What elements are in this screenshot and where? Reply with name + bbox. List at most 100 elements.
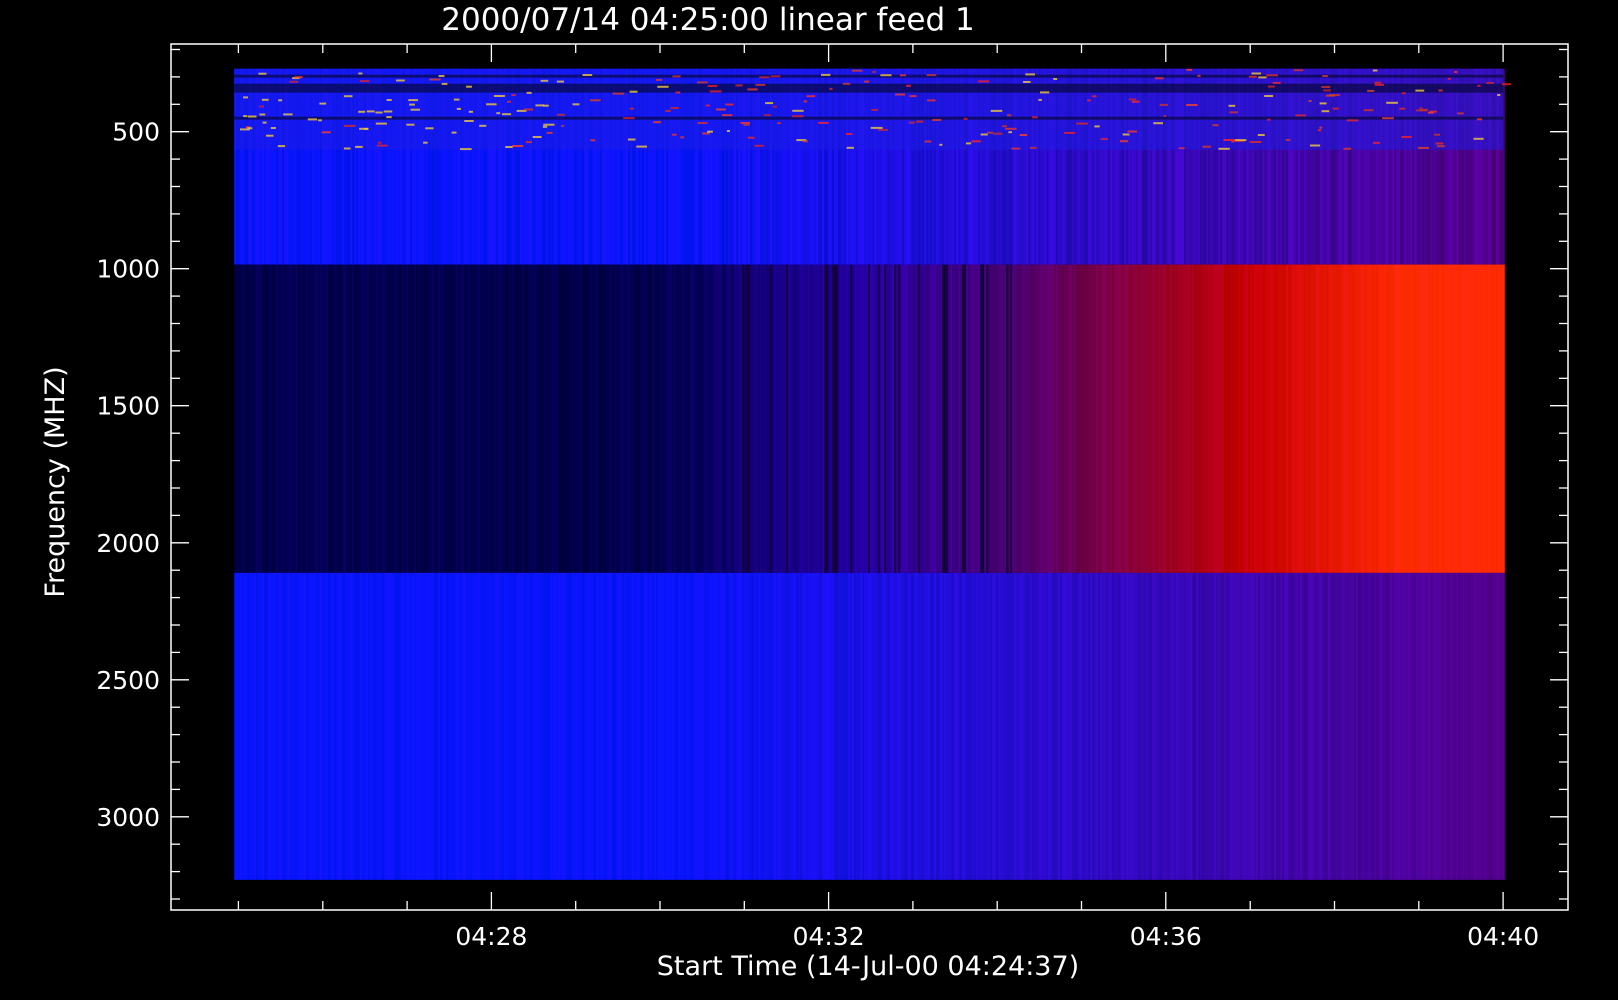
streak-spot (1323, 89, 1331, 92)
streak-row (234, 89, 1504, 93)
streak-spot (1159, 103, 1168, 106)
streak-spot (702, 132, 710, 135)
streak-spot (358, 110, 366, 113)
streak-spot (453, 98, 460, 101)
streak-spot (464, 120, 474, 122)
streak-spot (965, 142, 972, 145)
streak-spot (460, 148, 472, 151)
streak-spot (307, 118, 318, 121)
streak-spot (1248, 75, 1257, 78)
streak-spot (803, 100, 808, 103)
streak-spot (507, 100, 511, 103)
streak-spot (1310, 144, 1321, 147)
band-high (234, 572, 1505, 880)
streak-spot (321, 131, 331, 134)
streak-spot (441, 82, 448, 85)
streak-row (234, 125, 1504, 129)
streak-spot (1229, 111, 1238, 114)
streak-spot (1319, 102, 1327, 105)
streak-spot (546, 131, 553, 134)
streak-row (234, 83, 1504, 87)
streak-spot (802, 140, 809, 143)
streak-row (234, 77, 1504, 81)
streak-row (234, 134, 1504, 138)
streak-spot (1127, 130, 1137, 133)
streak-spot (906, 84, 911, 87)
streak-spot (1094, 125, 1100, 128)
streak-spot (670, 107, 679, 109)
streak-spot (1486, 82, 1494, 84)
streak-spot (759, 76, 770, 79)
streak-row (234, 68, 1504, 72)
streak-spot (1228, 104, 1236, 107)
streak-row (234, 74, 1504, 78)
streak-spot (1153, 122, 1163, 125)
streak-spot (963, 117, 968, 120)
streak-spot (386, 99, 392, 101)
streak-spot (1212, 124, 1219, 127)
streak-spot (1434, 133, 1440, 136)
streak-spot (1154, 77, 1164, 80)
streak-spot (1321, 110, 1330, 113)
plot-area (234, 68, 1512, 880)
streak-spot (1186, 68, 1193, 71)
streak-spot (1343, 147, 1352, 150)
streak-spot (1502, 83, 1512, 86)
streak-spot (1272, 81, 1281, 84)
streak-spot (383, 110, 393, 113)
streak-spot (366, 110, 375, 113)
streak-spot (1436, 145, 1445, 148)
streak-spot (358, 72, 363, 75)
streak-spot (344, 124, 356, 127)
streak-spot (971, 140, 981, 143)
streak-spot (1019, 134, 1028, 136)
streak-spot (725, 103, 734, 106)
streak-spot (629, 107, 635, 110)
streak-spot (1040, 91, 1050, 94)
streak-spot (1002, 125, 1007, 128)
streak-spot (258, 72, 267, 75)
y-tick-label: 3000 (96, 803, 160, 832)
streak-spot (846, 146, 854, 149)
streak-spot (1329, 94, 1340, 96)
streak-spot (707, 85, 718, 87)
streak-spot (1363, 109, 1374, 112)
streak-spot (1473, 137, 1484, 140)
streak-spot (806, 95, 816, 98)
x-axis-label: Start Time (14-Jul-00 04:24:37) (657, 951, 1079, 982)
streak-spot (408, 99, 419, 102)
streak-spot (386, 116, 392, 119)
streak-spot (479, 124, 487, 127)
streak-spot (665, 109, 671, 112)
streak-spot (1372, 69, 1378, 72)
streak-spot (629, 90, 638, 93)
y-tick-label: 1500 (96, 392, 160, 421)
streak-spot (1087, 99, 1091, 102)
streak-spot (754, 144, 764, 147)
streak-spot (259, 113, 266, 116)
streak-spot (1131, 100, 1140, 103)
streak-spot (1457, 112, 1464, 115)
streak-spot (1420, 108, 1429, 111)
streak-spot (1076, 122, 1088, 125)
streak-spot (792, 115, 804, 118)
streak-row (234, 110, 1504, 114)
heatmap-column (1502, 572, 1505, 880)
streak-spot (410, 108, 420, 111)
streak-spot (289, 80, 299, 83)
streak-spot (526, 91, 532, 94)
streak-spot (1401, 136, 1412, 138)
streak-spot (451, 131, 457, 134)
streak-spot (1374, 81, 1381, 84)
streak-spot (908, 121, 915, 124)
streak-spot (1064, 131, 1075, 134)
streak-spot (556, 80, 564, 83)
streak-spot (846, 133, 853, 135)
streak-spot (612, 92, 625, 95)
streak-spot (743, 123, 750, 126)
streak-spot (1264, 95, 1274, 97)
streak-row (234, 95, 1504, 99)
streak-spot (1332, 107, 1339, 110)
streak-spot (1399, 107, 1405, 110)
streak-spot (770, 75, 781, 78)
